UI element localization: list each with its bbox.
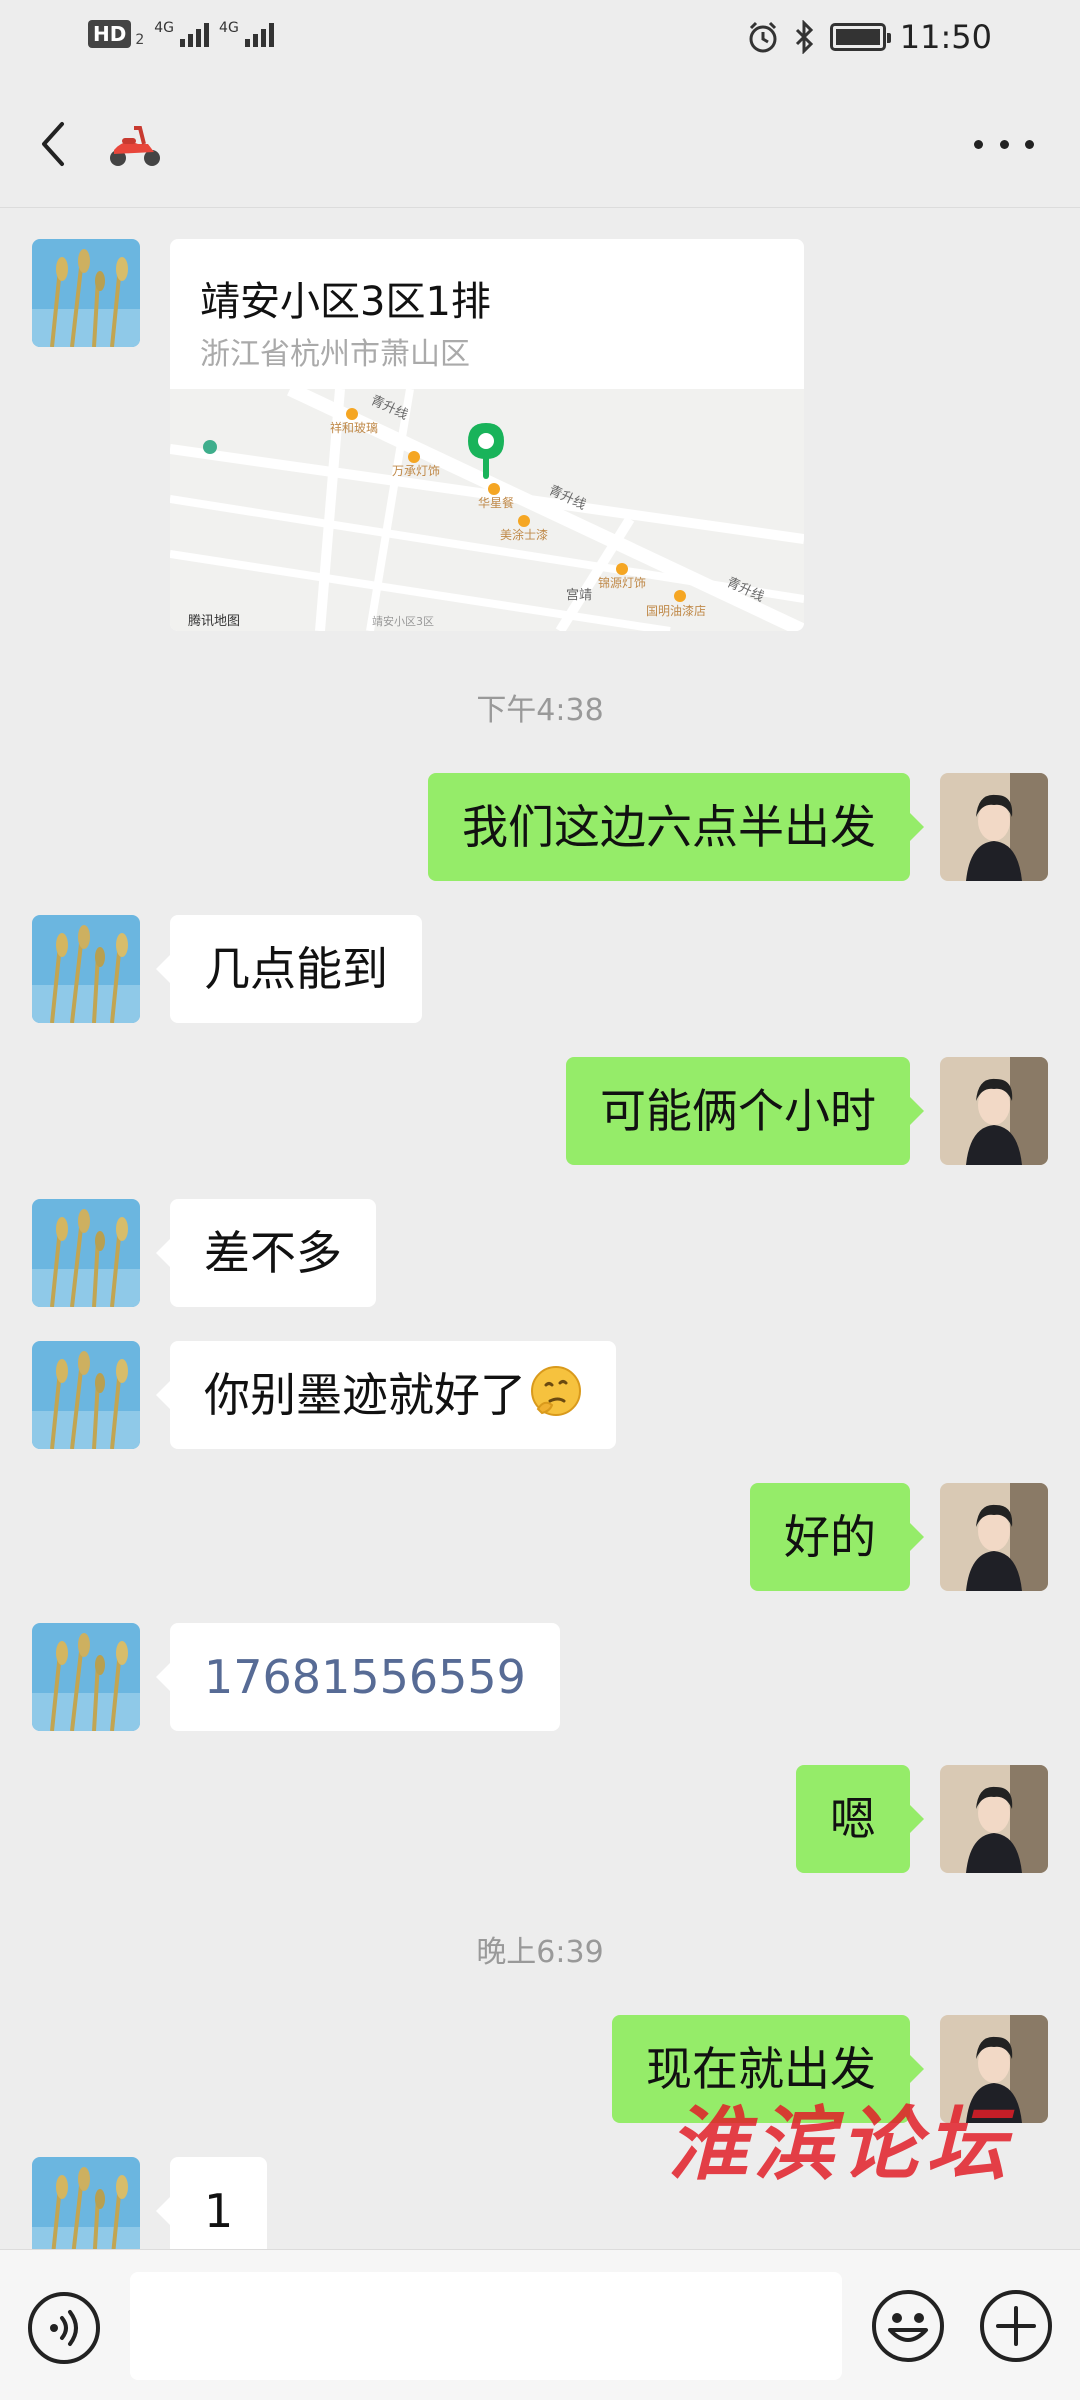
map-poi-2: 万承灯饰: [392, 464, 440, 478]
contact-avatar[interactable]: [32, 1199, 140, 1307]
more-options-button[interactable]: [974, 132, 1034, 156]
status-right: 11:50: [746, 18, 992, 56]
status-left: HD 2 4G 4G: [88, 20, 274, 48]
battery-icon: [829, 23, 891, 51]
my-avatar[interactable]: [940, 1483, 1048, 1591]
incoming-message[interactable]: 差不多: [156, 1199, 376, 1307]
my-avatar[interactable]: [940, 1057, 1048, 1165]
contact-avatar[interactable]: [32, 239, 140, 347]
location-address: 浙江省杭州市萧山区: [200, 337, 470, 372]
map-road-4: 宫靖: [566, 588, 592, 603]
voice-input-icon[interactable]: [26, 2290, 102, 2366]
status-bar: HD 2 4G 4G 11:50: [0, 0, 1080, 80]
location-title: 靖安小区3区1排: [200, 279, 491, 325]
thinking-face-icon: [531, 1366, 581, 1416]
map-poi-3: 华星餐: [478, 495, 514, 510]
network-type-2: 4G: [219, 20, 239, 36]
signal-icon-1: [180, 21, 210, 47]
timestamp: 下午4:38: [476, 693, 604, 728]
incoming-message[interactable]: 你别墨迹就好了: [156, 1341, 616, 1449]
scooter-icon[interactable]: [104, 120, 164, 170]
map-poi-6: 国明油漆店: [646, 604, 706, 618]
contact-avatar[interactable]: [32, 1341, 140, 1449]
map-poi-5: 锦源灯饰: [598, 576, 646, 590]
incoming-message[interactable]: 1: [155, 2157, 268, 2249]
clock: 11:50: [899, 18, 992, 56]
map-poi-4: 美涂士漆: [500, 527, 548, 542]
map-place-label: 靖安小区3区: [372, 614, 434, 628]
network-type-1: 4G: [154, 20, 175, 36]
back-icon[interactable]: [32, 114, 82, 174]
hd-sub: 2: [135, 32, 145, 48]
chat-header: [0, 80, 1080, 208]
my-avatar[interactable]: [940, 1765, 1048, 1873]
outgoing-message[interactable]: 嗯: [796, 1765, 924, 1873]
message-text: 你别墨迹就好了: [204, 1368, 526, 1422]
message-input[interactable]: [130, 2272, 842, 2380]
contact-avatar[interactable]: [32, 1623, 140, 1731]
outgoing-message[interactable]: 我们这边六点半出发: [428, 773, 924, 881]
chat-area[interactable]: 靖安小区3区1排 浙江省杭州市萧山区 祥和玻璃 万承灯饰 华星餐 美涂士漆 锦源…: [0, 209, 1080, 2249]
contact-avatar[interactable]: [32, 2157, 140, 2249]
map-brand: 腾讯地图: [188, 613, 240, 629]
bluetooth-icon: [795, 20, 813, 54]
map-poi-1: 祥和玻璃: [330, 421, 378, 435]
more-functions-icon[interactable]: [976, 2286, 1056, 2366]
timestamp: 晚上6:39: [476, 1935, 604, 1970]
outgoing-message[interactable]: 可能俩个小时: [566, 1057, 924, 1165]
incoming-message[interactable]: 几点能到: [156, 915, 422, 1023]
outgoing-message[interactable]: 好的: [750, 1483, 924, 1591]
forum-watermark: 淮滨论坛: [668, 2097, 1012, 2191]
hd-badge: HD: [88, 20, 132, 48]
location-message[interactable]: 靖安小区3区1排 浙江省杭州市萧山区 祥和玻璃 万承灯饰 华星餐 美涂士漆 锦源…: [170, 239, 804, 631]
alarm-icon: [749, 21, 777, 53]
phone-number-message[interactable]: 17681556559: [156, 1623, 560, 1731]
input-bar: [0, 2249, 1080, 2400]
emoji-picker-icon[interactable]: [868, 2286, 948, 2366]
contact-avatar[interactable]: [32, 915, 140, 1023]
my-avatar[interactable]: [940, 773, 1048, 881]
signal-icon-2: [244, 21, 274, 47]
location-map[interactable]: 祥和玻璃 万承灯饰 华星餐 美涂士漆 锦源灯饰 国明油漆店 青升线 青升线 青升…: [170, 389, 804, 631]
